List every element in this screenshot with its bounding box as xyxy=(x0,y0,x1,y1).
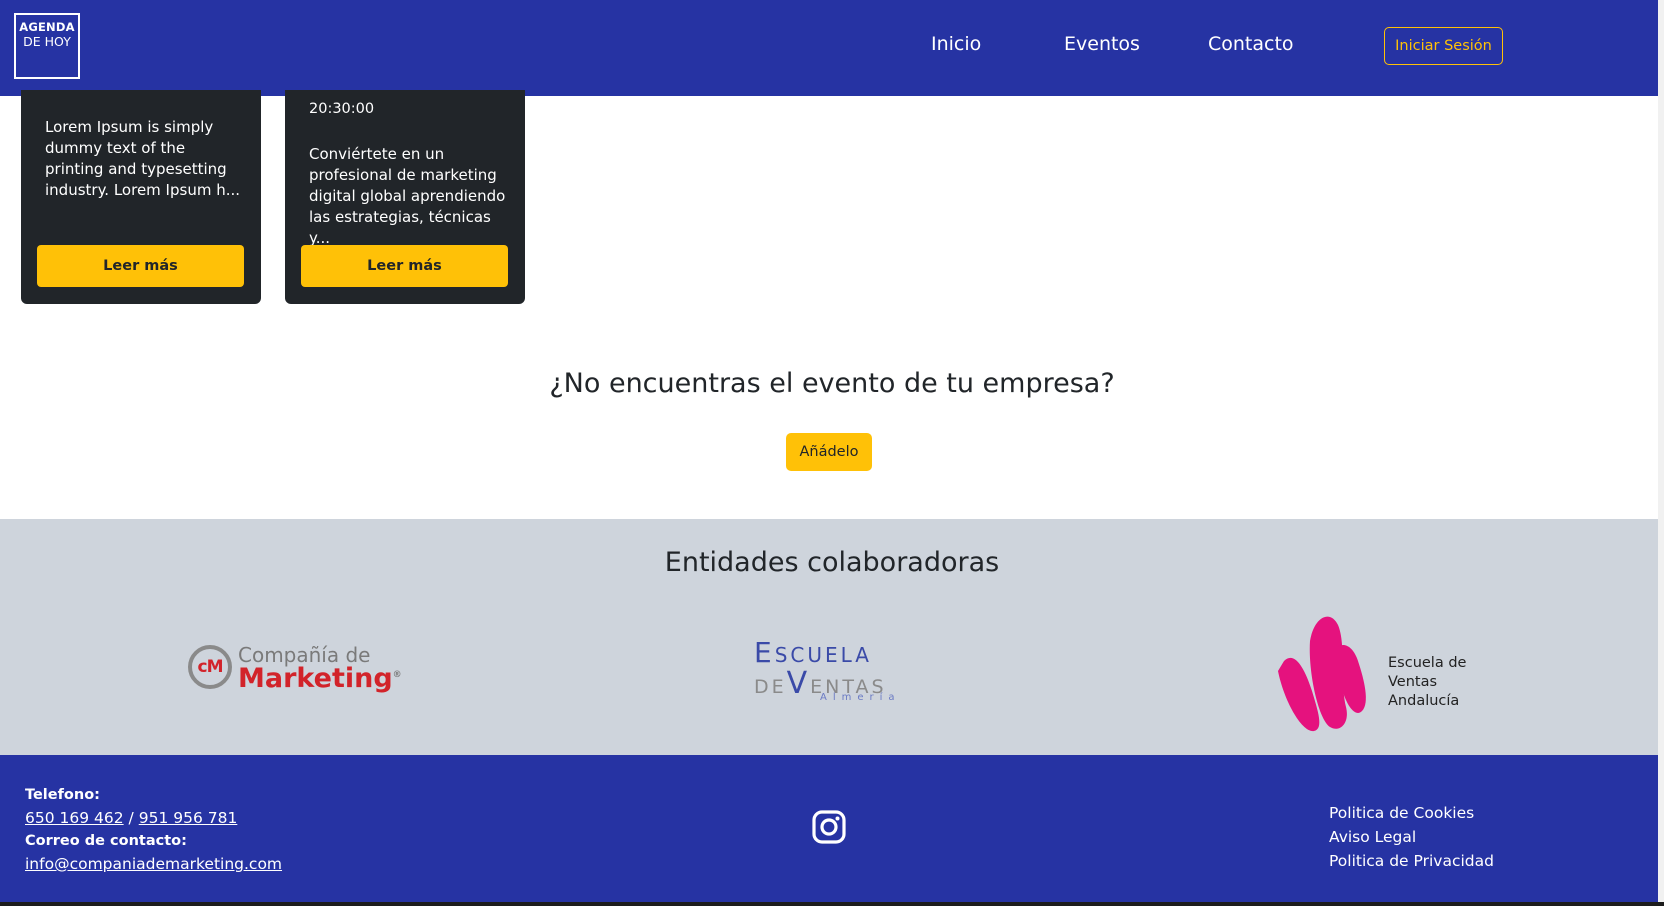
phone-label: Telefono: xyxy=(25,787,100,803)
instagram-icon[interactable] xyxy=(811,809,847,845)
scrollbar[interactable] xyxy=(1658,0,1664,902)
phone-link-1[interactable]: 650 169 462 xyxy=(25,809,124,827)
add-event-heading: ¿No encuentras el evento de tu empresa? xyxy=(549,368,1115,399)
cm-mark-icon: cM xyxy=(188,645,232,689)
phone-link-2[interactable]: 951 956 781 xyxy=(139,809,238,827)
event-card-description: Conviértete en un profesional de marketi… xyxy=(309,145,506,247)
event-card-time: 20:30:00 xyxy=(309,101,375,117)
privacy-policy-link[interactable]: Politica de Privacidad xyxy=(1329,852,1494,870)
nav-inicio[interactable]: Inicio xyxy=(931,33,981,55)
event-card: 20:30:00 Conviértete en un profesional d… xyxy=(285,90,525,304)
brand-line1: AGENDA xyxy=(19,20,75,34)
phone-row: 650 169 462 / 951 956 781 xyxy=(25,809,237,827)
brand-logo[interactable]: AGENDA DE HOY xyxy=(14,13,80,79)
partner1-line2: Marketing® xyxy=(238,663,402,694)
event-card: Lorem Ipsum is simply dummy text of the … xyxy=(21,90,261,304)
brand-line2: DE HOY xyxy=(23,34,71,49)
cookies-policy-link[interactable]: Politica de Cookies xyxy=(1329,804,1474,822)
bottom-bar xyxy=(0,902,1664,906)
partners-title: Entidades colaboradoras xyxy=(664,547,1000,578)
partners-section: Entidades colaboradoras cM Compañía de M… xyxy=(0,519,1664,755)
email-row: info@companiademarketing.com xyxy=(25,855,282,873)
add-event-button[interactable]: Añádelo xyxy=(786,433,872,471)
event-card-description: Lorem Ipsum is simply dummy text of the … xyxy=(45,118,241,199)
partner2-line1: ESCUELA xyxy=(754,636,872,669)
email-label: Correo de contacto: xyxy=(25,833,187,849)
navbar: AGENDA DE HOY Inicio Eventos Contacto In… xyxy=(0,0,1664,96)
read-more-button[interactable]: Leer más xyxy=(37,245,244,287)
nav-contacto[interactable]: Contacto xyxy=(1208,33,1294,55)
email-link[interactable]: info@companiademarketing.com xyxy=(25,855,282,873)
read-more-button[interactable]: Leer más xyxy=(301,245,508,287)
partner-logo-escuela-ventas-almeria[interactable]: ESCUELA DEVENTAS Almería xyxy=(754,636,934,706)
phone-separator: / xyxy=(128,809,134,827)
login-button[interactable]: Iniciar Sesión xyxy=(1384,27,1503,65)
partner-logo-compania-marketing[interactable]: cM Compañía de Marketing® xyxy=(188,643,402,703)
nav-eventos[interactable]: Eventos xyxy=(1064,33,1140,55)
partner2-line3: Almería xyxy=(820,692,901,703)
partner3-text: Escuela de Ventas Andalucía xyxy=(1388,655,1467,709)
ribbon-logo-icon xyxy=(1278,616,1366,732)
legal-notice-link[interactable]: Aviso Legal xyxy=(1329,828,1416,846)
footer: Telefono: 650 169 462 / 951 956 781 Corr… xyxy=(0,755,1664,906)
partner-logo-escuela-ventas-andalucia[interactable]: Escuela de Ventas Andalucía xyxy=(1274,611,1474,735)
